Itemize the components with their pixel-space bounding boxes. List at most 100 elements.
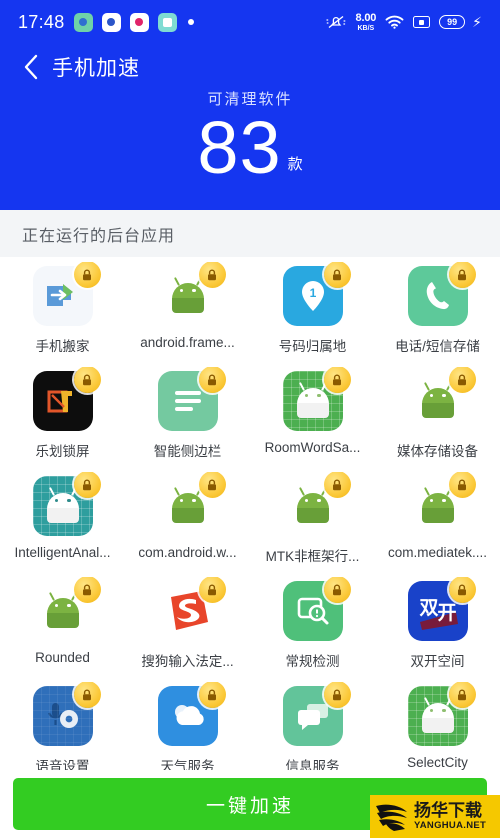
app-item[interactable]: android.frame...: [125, 262, 250, 367]
wifi-icon: [385, 15, 404, 29]
cleanable-unit: 款: [287, 156, 303, 174]
section-title: 正在运行的后台应用: [0, 210, 500, 257]
lock-icon: [323, 472, 351, 498]
lock-icon: [323, 682, 351, 708]
app-label: MTK非框架行...: [265, 549, 360, 564]
sim-card-icon: [413, 16, 431, 28]
lock-icon: [198, 367, 226, 393]
app-icon-wrapper: [157, 682, 226, 746]
app-item[interactable]: 乐划锁屏: [0, 367, 125, 472]
app-label: 号码归属地: [278, 339, 347, 354]
app-icon-wrapper: [32, 682, 101, 746]
app-icon-wrapper: [158, 262, 226, 326]
app-label: com.mediatek....: [387, 545, 488, 560]
app-item[interactable]: IntelligentAnal...: [0, 472, 125, 577]
watermark-text: 扬华下载 YANGHUA.NET: [414, 802, 486, 831]
app-item[interactable]: 媒体存储设备: [375, 367, 500, 472]
cleanable-summary: 可清理软件 83 款: [0, 88, 500, 189]
app-item[interactable]: MTK非框架行...: [250, 472, 375, 577]
app-item[interactable]: com.mediatek....: [375, 472, 500, 577]
cleanable-count-group: 83 款: [197, 106, 303, 189]
lock-icon: [448, 577, 476, 603]
eagle-logo-icon: [374, 800, 410, 834]
app-icon-wrapper: [282, 577, 351, 641]
app-item[interactable]: RoomWordSa...: [250, 367, 375, 472]
app-icon-wrapper: 1: [282, 262, 351, 326]
app-item[interactable]: 手机搬家: [0, 262, 125, 367]
lock-icon: [323, 577, 351, 603]
network-speed-unit: KB/S: [357, 24, 375, 32]
cleanable-count: 83: [197, 106, 282, 189]
app-label: 双开空间: [410, 654, 465, 669]
app-icon-wrapper: [407, 682, 476, 746]
app-label: IntelligentAnal...: [14, 545, 111, 560]
app-icon-wrapper: [408, 367, 476, 431]
app-icon-wrapper: [282, 367, 351, 431]
app-icon-wrapper: [32, 472, 101, 536]
blue-header: 17:48 8.00 KB/S 99 ⚡ 手机加速 可清理软件 83 款: [0, 0, 500, 210]
lock-icon: [448, 367, 476, 393]
app-label: 常规检测: [285, 654, 340, 669]
app-icon-wrapper: [33, 577, 101, 641]
chevron-left-icon: [24, 54, 38, 80]
status-bar-right: 8.00 KB/S 99 ⚡: [325, 11, 482, 32]
lock-icon: [73, 577, 101, 603]
network-speed-indicator: 8.00 KB/S: [355, 11, 377, 32]
app-label: 媒体存储设备: [397, 444, 478, 459]
app-icon-wrapper: [32, 262, 101, 326]
lock-icon: [73, 367, 101, 393]
lock-icon: [198, 472, 226, 498]
app-label: Rounded: [35, 650, 90, 665]
status-bar: 17:48 8.00 KB/S 99 ⚡: [0, 0, 500, 44]
app-label: com.android.w...: [138, 545, 237, 560]
app-label: SelectCity: [407, 755, 468, 770]
more-dot-icon: [187, 19, 194, 25]
calendar-icon: [157, 12, 177, 32]
back-button[interactable]: [14, 50, 48, 84]
app-label: 乐划锁屏: [35, 444, 90, 459]
app-item[interactable]: 电话/短信存储: [375, 262, 500, 367]
bell-muted-icon: [325, 14, 347, 30]
app-item[interactable]: 1 号码归属地: [250, 262, 375, 367]
app-item[interactable]: 双开双开空间: [375, 577, 500, 682]
camera-icon: [101, 12, 121, 32]
lock-icon: [198, 577, 226, 603]
app-item[interactable]: 智能侧边栏: [125, 367, 250, 472]
lock-icon: [198, 682, 226, 708]
lock-icon: [73, 472, 101, 498]
app-icon-wrapper: [408, 472, 476, 536]
lock-icon: [448, 682, 476, 708]
network-speed-value: 8.00: [355, 11, 377, 24]
record-icon: [129, 12, 149, 32]
lock-icon: [73, 262, 101, 288]
svg-text:1: 1: [309, 286, 316, 300]
lock-icon: [198, 262, 226, 288]
watermark: 扬华下载 YANGHUA.NET: [370, 795, 500, 838]
lock-icon: [73, 682, 101, 708]
app-label: android.frame...: [140, 335, 235, 350]
lock-icon: [323, 262, 351, 288]
app-label: 电话/短信存储: [395, 339, 480, 354]
lock-icon: [448, 262, 476, 288]
app-label: RoomWordSa...: [264, 440, 361, 455]
app-icon-wrapper: 双开: [407, 577, 476, 641]
battery-indicator: 99: [439, 15, 466, 29]
watermark-cn: 扬华下载: [414, 801, 482, 821]
app-icon-wrapper: [157, 367, 226, 431]
app-icon-wrapper: [32, 367, 101, 431]
navigation-bar: 手机加速: [0, 42, 500, 92]
phone-screen: 17:48 8.00 KB/S 99 ⚡ 手机加速 可清理软件 83 款 正在运…: [0, 0, 500, 838]
app-item[interactable]: 常规检测: [250, 577, 375, 682]
app-label: 智能侧边栏: [153, 444, 222, 459]
app-item[interactable]: Rounded: [0, 577, 125, 682]
page-title: 手机加速: [52, 57, 140, 80]
lock-icon: [323, 367, 351, 393]
app-item[interactable]: 搜狗输入法定...: [125, 577, 250, 682]
svg-text:开: 开: [437, 603, 456, 624]
lock-icon: [448, 472, 476, 498]
app-icon-wrapper: [158, 472, 226, 536]
status-time: 17:48: [18, 12, 65, 32]
app-label: 手机搬家: [35, 339, 90, 354]
app-item[interactable]: com.android.w...: [125, 472, 250, 577]
watermark-en: YANGHUA.NET: [414, 820, 487, 832]
